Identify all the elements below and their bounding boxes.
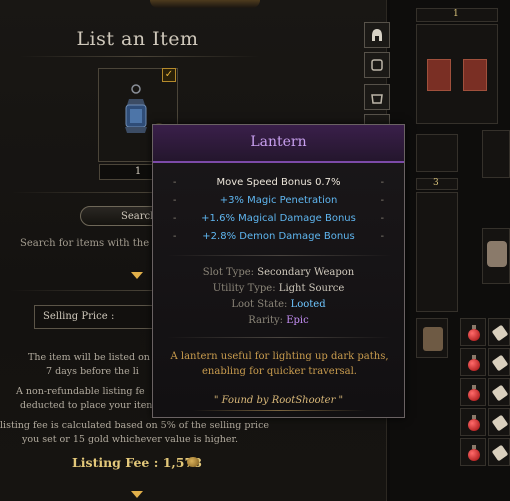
scroll-icon	[491, 354, 509, 372]
tooltip-header: Lantern	[153, 125, 404, 163]
bag-icon	[371, 94, 383, 104]
inventory-slot[interactable]	[488, 408, 510, 436]
stat-dash: -	[173, 213, 177, 224]
info-line: A non-refundable listing fe	[16, 386, 145, 397]
helmet-tab[interactable]	[364, 22, 390, 48]
loot-state-value: Looted	[290, 299, 326, 310]
expand-arrow-icon[interactable]	[131, 272, 143, 279]
inventory-slot[interactable]	[488, 348, 510, 376]
book-icon	[427, 59, 451, 91]
main-stat: Move Speed Bonus 0.7%	[216, 177, 341, 188]
stack-count-slot: 3	[416, 178, 458, 190]
rarity-row: Rarity: Epic	[153, 315, 404, 326]
item-description: A lantern useful for lighting up dark pa…	[163, 349, 396, 379]
bonus-stat: +2.8% Demon Damage Bonus	[202, 231, 355, 242]
top-ornament	[150, 0, 260, 8]
inventory-slot[interactable]	[416, 134, 458, 172]
stat-dash: -	[173, 195, 177, 206]
rarity-key: Rarity:	[248, 315, 284, 326]
found-by-underline	[193, 410, 366, 411]
item-name: Lantern	[250, 134, 307, 150]
info-line: 7 days before the li	[46, 366, 139, 377]
stack-count: 3	[433, 178, 439, 188]
utility-type-row: Utility Type: Light Source	[153, 283, 404, 294]
slot-type-row: Slot Type: Secondary Weapon	[153, 267, 404, 278]
slot-type-value: Secondary Weapon	[257, 267, 355, 278]
info-line: deducted to place your iten	[20, 400, 153, 411]
gold-coin-icon	[187, 457, 199, 467]
stat-dash: -	[380, 213, 384, 224]
slot-type-key: Slot Type:	[202, 267, 255, 278]
description-line: A lantern useful for lighting up dark pa…	[170, 351, 389, 362]
expand-arrow-icon[interactable]	[131, 491, 143, 498]
tooltip-divider	[167, 255, 392, 256]
listing-fee: Listing Fee : 1,578	[72, 455, 202, 470]
description-line: enabling for quicker traversal.	[202, 366, 357, 377]
inventory-slot[interactable]	[460, 438, 486, 466]
armor-icon	[371, 59, 383, 71]
inventory-slot[interactable]	[416, 192, 458, 312]
loot-state-key: Loot State:	[231, 299, 288, 310]
inventory-slot[interactable]	[488, 318, 510, 346]
inventory-slot[interactable]	[460, 378, 486, 406]
info-line: listing fee is calculated based on 5% of…	[0, 420, 270, 431]
stack-count: 1	[453, 9, 459, 19]
found-by: " Found by RootShooter "	[213, 395, 344, 406]
item-tooltip: Lantern Move Speed Bonus 0.7% - - +3% Ma…	[152, 124, 405, 418]
health-potion-icon	[468, 325, 480, 341]
scroll-icon	[491, 384, 509, 402]
inventory-slot[interactable]	[416, 318, 448, 358]
helmet-icon	[372, 29, 382, 41]
utility-tab[interactable]	[364, 84, 390, 110]
inventory-slot[interactable]	[488, 378, 510, 406]
stat-dash: -	[173, 231, 177, 242]
stat-dash: -	[380, 231, 384, 242]
stat-dash: -	[173, 177, 177, 188]
item-checkbox[interactable]: ✓	[162, 68, 176, 82]
health-potion-icon	[468, 385, 480, 401]
scroll-icon	[491, 324, 509, 342]
search-hint: Search for items with the s	[20, 238, 158, 249]
stack-count-slot: 1	[416, 8, 498, 22]
armor-tab[interactable]	[364, 52, 390, 78]
inventory-panel: 1 3	[390, 0, 510, 501]
tooltip-divider	[167, 337, 392, 338]
info-line: The item will be listed on	[28, 352, 150, 363]
stat-dash: -	[380, 177, 384, 188]
inventory-slot[interactable]	[460, 408, 486, 436]
rarity-value: Epic	[286, 315, 309, 326]
health-potion-icon	[468, 445, 480, 461]
inventory-slot[interactable]	[482, 228, 510, 284]
inventory-slot[interactable]	[416, 24, 498, 124]
stat-dash: -	[380, 195, 384, 206]
selling-price-colon: :	[111, 311, 115, 322]
inventory-slot[interactable]	[488, 438, 510, 466]
scroll-icon	[491, 414, 509, 432]
bonus-stat: +3% Magic Penetration	[219, 195, 338, 206]
panel-title: List an Item	[76, 28, 199, 50]
health-potion-icon	[468, 415, 480, 431]
inventory-slot[interactable]	[482, 130, 510, 178]
utility-type-key: Utility Type:	[212, 283, 276, 294]
inventory-slot[interactable]	[460, 318, 486, 346]
title-divider	[20, 56, 260, 57]
gloves-icon	[487, 241, 507, 267]
loot-state-row: Loot State: Looted	[153, 299, 404, 310]
inventory-slot[interactable]	[460, 348, 486, 376]
utility-type-value: Light Source	[278, 283, 345, 294]
backpack-icon	[423, 327, 443, 351]
book-icon	[463, 59, 487, 91]
scroll-icon	[491, 444, 509, 462]
selling-price-label: Selling Price	[43, 311, 108, 322]
bonus-stat: +1.6% Magical Damage Bonus	[201, 213, 356, 224]
info-line: you set or 15 gold whichever value is hi…	[22, 434, 239, 445]
health-potion-icon	[468, 355, 480, 371]
